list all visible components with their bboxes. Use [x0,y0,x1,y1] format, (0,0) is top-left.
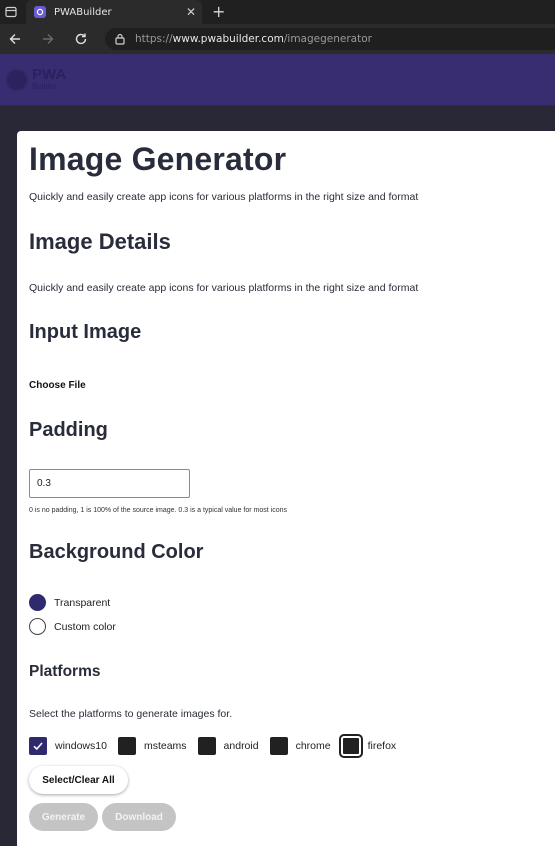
radio-custom-color-control[interactable] [29,618,46,635]
radio-custom-color[interactable]: Custom color [29,618,116,635]
padding-heading: Padding [29,419,108,441]
logo-text: PWA Builder [32,66,67,91]
logo-line2: Builder [32,82,57,91]
browser-toolbar: https://www.pwabuilder.com/imagegenerato… [0,24,555,54]
select-clear-all-button[interactable]: Select/Clear All [29,766,128,794]
radio-transparent-control[interactable] [29,594,46,611]
forward-icon[interactable] [37,28,59,50]
checkbox-msteams[interactable] [117,737,136,755]
checkbox-chrome[interactable] [269,737,288,755]
new-tab-icon[interactable]: + [212,4,225,20]
download-button[interactable]: Download [102,803,176,831]
page-intro: Quickly and easily create app icons for … [29,191,419,203]
checkbox-android-label: android [223,740,259,752]
browser-tab[interactable]: PWABuilder ✕ [26,0,202,24]
refresh-icon[interactable] [70,28,92,50]
padding-input[interactable] [29,469,190,498]
tab-close-icon[interactable]: ✕ [186,6,196,18]
image-details-text: Quickly and easily create app icons for … [29,282,419,294]
lock-icon[interactable] [115,30,125,49]
checkbox-firefox[interactable] [338,734,363,758]
back-icon[interactable] [4,28,26,50]
choose-file-button[interactable]: Choose File [29,380,86,391]
radio-custom-color-label: Custom color [54,620,116,633]
tab-title: PWABuilder [54,6,112,18]
image-generator-card: Image Generator Quickly and easily creat… [17,131,555,846]
platforms-list: windows10 msteams android chrome firefox [29,734,407,758]
url-path: /imagegenerator [283,33,372,45]
input-image-heading: Input Image [29,321,142,343]
browser-tabstrip: PWABuilder ✕ + [0,0,555,24]
page-title: Image Generator [29,141,287,177]
url-prefix: https:// [135,33,173,45]
pwabuilder-logo[interactable]: PWA Builder [6,66,67,91]
checkbox-windows10-label: windows10 [55,740,107,752]
platforms-text: Select the platforms to generate images … [29,708,233,720]
checkbox-firefox-label: firefox [367,740,397,752]
checkbox-android[interactable] [197,737,216,755]
logo-line1: PWA [32,66,67,83]
radio-transparent[interactable]: Transparent [29,594,110,611]
url-host: www.pwabuilder.com [172,33,284,45]
checkmark-icon [33,742,43,751]
url-text: https://www.pwabuilder.com/imagegenerato… [135,33,372,45]
checkbox-chrome-label: chrome [295,740,331,752]
padding-hint: 0 is no padding, 1 is 100% of the source… [29,507,287,514]
background-color-heading: Background Color [29,541,204,563]
site-header: PWA Builder [0,54,555,106]
address-bar[interactable]: https://www.pwabuilder.com/imagegenerato… [105,28,555,50]
image-details-heading: Image Details [29,229,171,254]
platforms-heading: Platforms [29,663,101,680]
checkbox-msteams-label: msteams [143,740,187,752]
logo-mark-icon [6,68,28,91]
tab-actions-icon[interactable] [0,0,22,24]
pwabuilder-favicon-icon [34,6,46,18]
radio-transparent-label: Transparent [54,596,111,609]
generate-button[interactable]: Generate [29,803,98,831]
checkbox-windows10[interactable] [29,737,47,755]
